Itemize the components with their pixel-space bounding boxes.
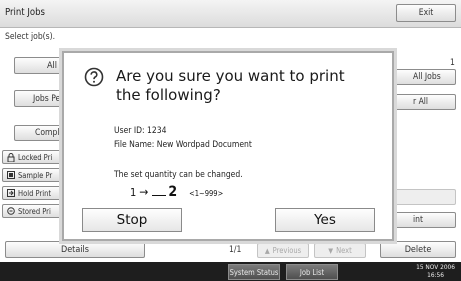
next-button[interactable]: ▼ Next	[314, 243, 366, 258]
change-button[interactable]	[388, 189, 456, 205]
quantity-row: 1 → 2 <1~999>	[130, 184, 223, 200]
title-bar: Print Jobs	[0, 0, 461, 28]
job-list-button[interactable]: Job List	[286, 264, 338, 280]
stored-print-label: Stored Pri	[18, 206, 51, 216]
clear-all-button[interactable]: r All	[388, 94, 456, 110]
previous-button[interactable]: ▲ Previous	[257, 243, 309, 258]
date-time: 15 NOV 2006 16:56	[416, 263, 455, 279]
question-icon	[84, 67, 104, 87]
all-jobs-button[interactable]: All Jobs	[388, 69, 456, 85]
stored-print-button[interactable]: Stored Pri	[2, 204, 64, 218]
stop-button[interactable]: Stop	[82, 208, 182, 232]
user-id-text: User ID: 1234	[114, 126, 167, 136]
locked-print-button[interactable]: Locked Pri	[2, 150, 64, 164]
delete-button[interactable]: Delete	[380, 241, 456, 258]
dialog-message-line2: the following?	[116, 86, 221, 104]
exit-button[interactable]: Exit	[396, 4, 456, 22]
hold-print-icon	[7, 189, 15, 197]
arrow-right-icon: →	[139, 185, 149, 199]
previous-label: Previous	[272, 246, 302, 255]
yes-button[interactable]: Yes	[275, 208, 375, 232]
hold-print-label: Hold Print	[18, 188, 52, 198]
quantity-range: <1~999>	[189, 189, 224, 198]
down-arrow-icon: ▼	[328, 246, 334, 255]
system-status-button[interactable]: System Status	[228, 264, 280, 280]
lock-icon	[7, 152, 15, 162]
hold-print-button[interactable]: Hold Print	[2, 186, 64, 200]
status-bar: System Status Job List 15 NOV 2006 16:56	[0, 262, 461, 281]
locked-print-label: Locked Pri	[18, 152, 53, 162]
page-indicator: 1/1	[229, 245, 242, 255]
select-jobs-label: Select job(s).	[5, 32, 56, 42]
up-arrow-icon: ▲	[264, 246, 270, 255]
quantity-to: 2	[168, 184, 178, 200]
page-title: Print Jobs	[5, 7, 45, 18]
confirm-print-dialog: Are you sure you want to print the follo…	[62, 51, 394, 241]
print-button[interactable]: int	[388, 212, 456, 228]
quantity-value[interactable]: 2	[152, 184, 177, 200]
time-text: 16:56	[427, 271, 444, 279]
details-button[interactable]: Details	[5, 241, 145, 258]
dialog-message-line1: Are you sure you want to print	[116, 67, 345, 85]
dialog-message: Are you sure you want to print the follo…	[116, 67, 345, 105]
job-count: 1	[450, 58, 455, 68]
next-label: Next	[336, 246, 352, 255]
sample-print-button[interactable]: Sample Pr	[2, 168, 64, 182]
sample-print-label: Sample Pr	[18, 170, 53, 180]
stored-print-icon	[7, 207, 15, 215]
sample-print-icon	[7, 171, 15, 179]
date-text: 15 NOV 2006	[416, 263, 455, 271]
quantity-from: 1	[130, 186, 137, 199]
file-name-text: File Name: New Wordpad Document	[114, 140, 252, 150]
quantity-note: The set quantity can be changed.	[114, 170, 243, 180]
